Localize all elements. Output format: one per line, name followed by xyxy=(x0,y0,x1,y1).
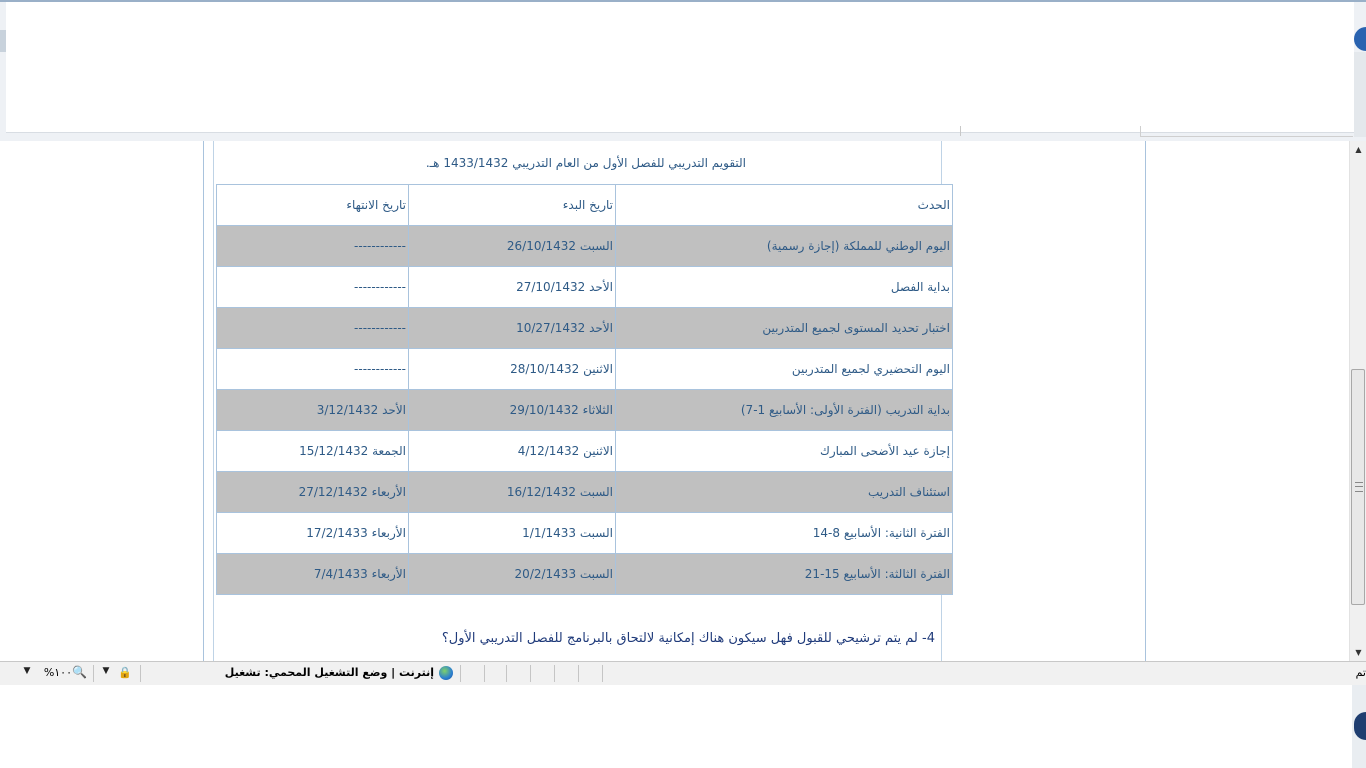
cell-start-date: السبت 20/2/1433 xyxy=(408,553,616,595)
status-separator xyxy=(140,665,141,682)
table-row: بداية التدريب (الفترة الأولى: الأسابيع 1… xyxy=(216,389,953,431)
cell-end-date: الأربعاء 17/2/1433 xyxy=(216,512,409,554)
cell-event: اليوم التحضيري لجميع المتدربين xyxy=(615,348,953,390)
header-event: الحدث xyxy=(615,184,953,226)
cell-end-date: الأربعاء 27/12/1432 xyxy=(216,471,409,513)
cell-event: بداية التدريب (الفترة الأولى: الأسابيع 1… xyxy=(615,389,953,431)
address-bar-edge xyxy=(960,126,965,136)
header-start-date: تاريخ البدء xyxy=(408,184,616,226)
cell-event: الفترة الثالثة: الأسابيع 15-21 xyxy=(615,553,953,595)
cell-start-date: السبت 16/12/1432 xyxy=(408,471,616,513)
redacted-toolbar-overlay xyxy=(6,2,1354,133)
cell-end-date: ------------ xyxy=(216,225,409,267)
table-row: إجازة عيد الأضحى المبارك الاثنين 4/12/143… xyxy=(216,430,953,472)
browser-logo-icon xyxy=(1354,27,1366,51)
status-separator xyxy=(530,665,531,682)
cell-end-date: ------------ xyxy=(216,348,409,390)
table-row: الفترة الثانية: الأسابيع 8-14 السبت 1/1/1… xyxy=(216,512,953,554)
calendar-title: التقويم التدريبي للفصل الأول من العام ال… xyxy=(425,156,746,170)
toolbar-edge xyxy=(1354,52,1366,137)
scrollbar-thumb[interactable] xyxy=(1351,369,1365,605)
chevron-down-icon[interactable]: ▼ xyxy=(100,666,112,676)
cell-end-date: الأحد 3/12/1432 xyxy=(216,389,409,431)
scroll-down-arrow-icon[interactable]: ▼ xyxy=(1350,644,1366,661)
browser-toolbar-area xyxy=(0,0,1366,141)
status-text: تم xyxy=(1355,666,1366,679)
table-row: اليوم التحضيري لجميع المتدربين الاثنين 28… xyxy=(216,348,953,390)
faq-question: 4- لم يتم ترشيحي للقبول فهل سيكون هناك إ… xyxy=(441,631,935,646)
browser-window: التقويم التدريبي للفصل الأول من العام ال… xyxy=(0,0,1366,768)
zoom-level[interactable]: ١٠٠% xyxy=(44,666,72,679)
table-row: الفترة الثالثة: الأسابيع 15-21 السبت 20/2… xyxy=(216,553,953,595)
cell-start-date: الأحد 10/27/1432 xyxy=(408,307,616,349)
scroll-up-arrow-icon[interactable]: ▲ xyxy=(1350,141,1366,158)
cell-end-date: الجمعة 15/12/1432 xyxy=(216,430,409,472)
status-separator xyxy=(554,665,555,682)
page-viewport[interactable]: التقويم التدريبي للفصل الأول من العام ال… xyxy=(0,141,1349,661)
training-calendar-table: الحدث تاريخ البدء تاريخ الانتهاء اليوم ا… xyxy=(216,184,953,595)
cell-event: بداية الفصل xyxy=(615,266,953,308)
cell-event: اختبار تحديد المستوى لجميع المتدربين xyxy=(615,307,953,349)
status-separator xyxy=(506,665,507,682)
status-separator xyxy=(484,665,485,682)
cell-start-date: الاثنين 4/12/1432 xyxy=(408,430,616,472)
cell-end-date: ------------ xyxy=(216,307,409,349)
security-zone-text[interactable]: إنترنت | وضع التشغيل المحمي: تشغيل xyxy=(225,666,434,679)
desktop-area xyxy=(0,685,1366,768)
cell-end-date: ------------ xyxy=(216,266,409,308)
cell-start-date: السبت 26/10/1432 xyxy=(408,225,616,267)
table-row: بداية الفصل الأحد 27/10/1432 ------------ xyxy=(216,266,953,308)
cell-event: الفترة الثانية: الأسابيع 8-14 xyxy=(615,512,953,554)
cell-event: إجازة عيد الأضحى المبارك xyxy=(615,430,953,472)
status-separator xyxy=(93,665,94,682)
search-box-edge[interactable] xyxy=(1140,126,1353,137)
chevron-down-icon[interactable]: ▼ xyxy=(21,666,33,676)
cell-start-date: الاثنين 28/10/1432 xyxy=(408,348,616,390)
lock-icon[interactable]: 🔒 xyxy=(117,666,133,680)
table-row: اختبار تحديد المستوى لجميع المتدربين الأح… xyxy=(216,307,953,349)
globe-icon xyxy=(439,666,453,680)
status-separator xyxy=(578,665,579,682)
table-row: اليوم الوطني للمملكة (إجازة رسمية) السبت … xyxy=(216,225,953,267)
cell-event: اليوم الوطني للمملكة (إجازة رسمية) xyxy=(615,225,953,267)
cell-start-date: الأحد 27/10/1432 xyxy=(408,266,616,308)
cell-start-date: السبت 1/1/1433 xyxy=(408,512,616,554)
cell-start-date: الثلاثاء 29/10/1432 xyxy=(408,389,616,431)
cell-end-date: الأربعاء 7/4/1433 xyxy=(216,553,409,595)
status-bar: تم إنترنت | وضع التشغيل المحمي: تشغيل 🔒 … xyxy=(0,661,1366,685)
table-header-row: الحدث تاريخ البدء تاريخ الانتهاء xyxy=(216,184,953,226)
table-row: استئناف التدريب السبت 16/12/1432 الأربعاء … xyxy=(216,471,953,513)
status-separator xyxy=(602,665,603,682)
magnifier-icon[interactable]: 🔍 xyxy=(72,665,87,679)
vertical-scrollbar[interactable]: ▲ ▼ xyxy=(1349,141,1366,661)
cell-event: استئناف التدريب xyxy=(615,471,953,513)
scrollbar-grip-icon xyxy=(1355,482,1363,492)
header-end-date: تاريخ الانتهاء xyxy=(216,184,409,226)
status-separator xyxy=(460,665,461,682)
